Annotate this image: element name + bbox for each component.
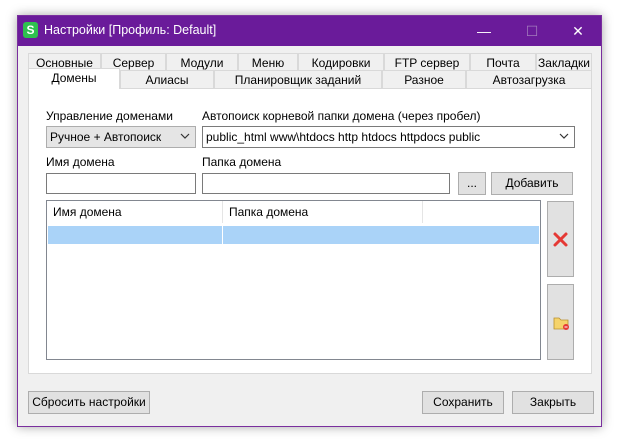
management-label: Управление доменами <box>46 109 173 123</box>
browse-button[interactable]: ... <box>458 172 486 195</box>
autosearch-label: Автопоиск корневой папки домена (через п… <box>202 109 481 123</box>
delete-x-icon <box>553 232 568 247</box>
chevron-down-icon[interactable] <box>559 130 569 142</box>
domain-folder-label: Папка домена <box>202 155 282 169</box>
column-header-domain-folder[interactable]: Папка домена <box>223 201 423 223</box>
domain-name-label: Имя домена <box>46 155 115 169</box>
close-window-button[interactable]: ✕ <box>555 16 601 46</box>
tab-scheduler[interactable]: Планировщик заданий <box>214 70 382 89</box>
autosearch-input[interactable]: public_html www\htdocs http htdocs httpd… <box>202 126 575 148</box>
tab-aliases[interactable]: Алиасы <box>120 70 214 89</box>
minimize-button[interactable]: — <box>461 16 507 46</box>
tab-autostart[interactable]: Автозагрузка <box>466 70 592 89</box>
maximize-button: ☐ <box>525 23 539 39</box>
window-title: Настройки [Профиль: Default] <box>44 23 217 37</box>
title-bar[interactable]: S Настройки [Профиль: Default] — ☐ ✕ <box>18 16 601 46</box>
row-divider <box>222 226 223 244</box>
add-button[interactable]: Добавить <box>491 172 573 195</box>
folder-icon <box>553 317 569 330</box>
table-row[interactable] <box>48 226 539 244</box>
management-select-value: Ручное + Автопоиск <box>50 130 162 144</box>
management-select[interactable]: Ручное + Автопоиск <box>46 126 196 148</box>
column-header-domain-name[interactable]: Имя домена <box>47 201 223 223</box>
tab-misc[interactable]: Разное <box>382 70 466 89</box>
domain-name-input[interactable] <box>46 173 196 194</box>
open-folder-button[interactable] <box>547 284 574 360</box>
app-logo-icon: S <box>23 22 38 38</box>
delete-domain-button[interactable] <box>547 201 574 277</box>
chevron-down-icon <box>180 133 190 139</box>
domain-folder-input[interactable] <box>202 173 450 194</box>
save-button[interactable]: Сохранить <box>422 391 504 414</box>
autosearch-input-value: public_html www\htdocs http htdocs httpd… <box>206 130 481 144</box>
domains-table[interactable]: Имя домена Папка домена <box>46 200 541 360</box>
reset-settings-button[interactable]: Сбросить настройки <box>28 391 150 414</box>
close-button[interactable]: Закрыть <box>512 391 594 414</box>
settings-window: S Настройки [Профиль: Default] — ☐ ✕ Осн… <box>17 15 602 427</box>
tab-domains[interactable]: Домены <box>28 68 120 89</box>
